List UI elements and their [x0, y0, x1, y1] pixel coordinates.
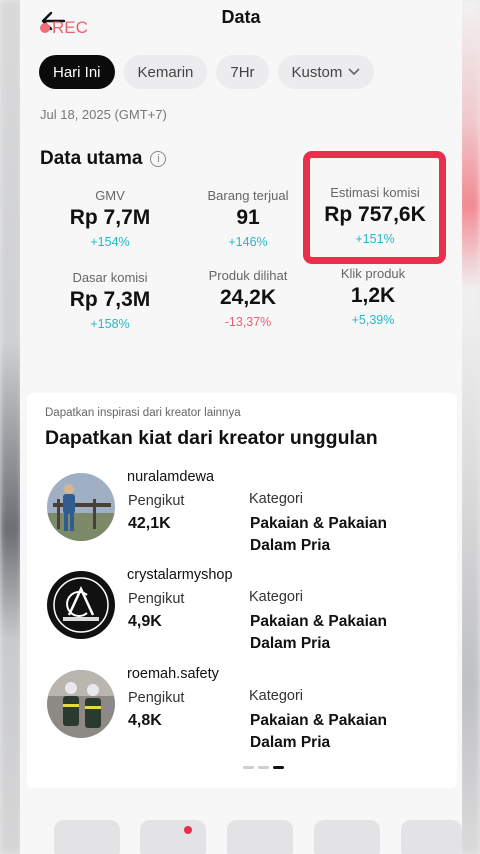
avatar-photo-icon: [47, 473, 115, 541]
metric-product-views[interactable]: Produk dilihat 24,2K -13,37%: [178, 268, 318, 329]
section-title-text: Data utama: [40, 148, 143, 169]
tab-label: Kustom: [291, 63, 343, 81]
carousel-pager: [243, 766, 284, 769]
metric-label: Klik produk: [340, 266, 406, 281]
metric-items-sold[interactable]: Barang terjual 91 +146%: [178, 188, 318, 249]
category-value: Pakaian & Pakaian Dalam Pria: [250, 712, 387, 751]
avatar[interactable]: [47, 670, 115, 738]
followers-count: 4,8K: [128, 712, 162, 729]
metric-value: Rp 7,7M: [69, 206, 151, 229]
pager-dot[interactable]: [243, 766, 254, 769]
followers-count: 42,1K: [128, 515, 171, 532]
followers-label: Pengikut: [128, 690, 185, 706]
top-creators-card: Dapatkan inspirasi dari kreator lainnya …: [27, 393, 457, 788]
tab-label: 7Hr: [230, 63, 255, 81]
metric-value: 24,2K: [219, 286, 277, 309]
tab-label: Hari Ini: [53, 63, 101, 81]
avatar[interactable]: [47, 571, 115, 639]
notification-dot-icon: [184, 826, 192, 834]
tab-custom[interactable]: Kustom: [277, 55, 375, 89]
tab-today[interactable]: Hari Ini: [39, 55, 115, 89]
metric-change: +5,39%: [351, 313, 395, 327]
creators-subtitle: Dapatkan inspirasi dari kreator lainnya: [45, 407, 241, 419]
metric-product-clicks[interactable]: Klik produk 1,2K +5,39%: [303, 266, 443, 327]
metric-label: Dasar komisi: [72, 270, 148, 285]
app-screen: REC Data Hari Ini Kemarin 7Hr Kustom Jul…: [20, 0, 462, 854]
avatar[interactable]: [47, 473, 115, 541]
metric-label: Produk dilihat: [208, 268, 288, 283]
tab-label: Kemarin: [137, 63, 194, 81]
metric-change: -13,37%: [224, 315, 272, 329]
metric-value: Rp 7,3M: [69, 288, 151, 311]
page-title: Data: [221, 7, 261, 27]
metric-change: +158%: [90, 317, 130, 331]
creators-title: Dapatkan kiat dari kreator unggulan: [45, 427, 378, 449]
metric-gmv[interactable]: GMV Rp 7,7M +154%: [40, 188, 180, 249]
nav-item[interactable]: [54, 820, 120, 854]
creator-item[interactable]: nuralamdewa Pengikut 42,1K Kategori Paka…: [27, 469, 457, 563]
main-data-section: Data utama i GMV Rp 7,7M +154% Barang te…: [20, 135, 462, 360]
tab-7-days[interactable]: 7Hr: [216, 55, 269, 89]
metric-value: 91: [236, 206, 260, 229]
category-label: Kategori: [249, 491, 304, 507]
creator-name: crystalarmyshop: [127, 567, 233, 583]
tab-yesterday[interactable]: Kemarin: [123, 55, 208, 89]
metric-value: 1,2K: [350, 284, 396, 307]
section-title: Data utama i: [40, 148, 167, 170]
metric-commission-base[interactable]: Dasar komisi Rp 7,3M +158%: [40, 270, 180, 331]
creator-name: nuralamdewa: [127, 469, 215, 485]
header: REC Data: [20, 0, 462, 40]
creator-item[interactable]: roemah.safety Pengikut 4,8K Kategori Pak…: [27, 666, 457, 760]
nav-item[interactable]: [401, 820, 462, 854]
creator-name: roemah.safety: [127, 666, 219, 682]
followers-count: 4,9K: [128, 613, 162, 630]
pager-dot-active[interactable]: [273, 766, 284, 769]
background-blur-left: [0, 0, 22, 854]
info-icon[interactable]: i: [150, 151, 167, 167]
nav-item[interactable]: [314, 820, 380, 854]
metric-label: Barang terjual: [207, 188, 289, 203]
followers-label: Pengikut: [128, 493, 185, 509]
bottom-nav: [20, 820, 462, 854]
avatar-photo-icon: [47, 670, 115, 738]
crystal-army-logo-icon: [48, 572, 114, 638]
metric-change: +154%: [90, 235, 130, 249]
nav-item[interactable]: [140, 820, 206, 854]
category-label: Kategori: [249, 589, 304, 605]
pager-dot[interactable]: [258, 766, 269, 769]
category-label: Kategori: [249, 688, 304, 704]
chevron-down-icon: [348, 68, 360, 76]
nav-item[interactable]: [227, 820, 293, 854]
category-value: Pakaian & Pakaian Dalam Pria: [250, 613, 387, 652]
highlight-box: [303, 151, 446, 264]
date-label: Jul 18, 2025 (GMT+7): [40, 107, 167, 122]
creator-item[interactable]: crystalarmyshop Pengikut 4,9K Kategori P…: [27, 567, 457, 661]
metric-label: GMV: [95, 188, 125, 203]
metric-change: +146%: [228, 235, 268, 249]
followers-label: Pengikut: [128, 591, 185, 607]
category-value: Pakaian & Pakaian Dalam Pria: [250, 515, 387, 554]
date-range-tabs: Hari Ini Kemarin 7Hr Kustom: [39, 55, 375, 89]
